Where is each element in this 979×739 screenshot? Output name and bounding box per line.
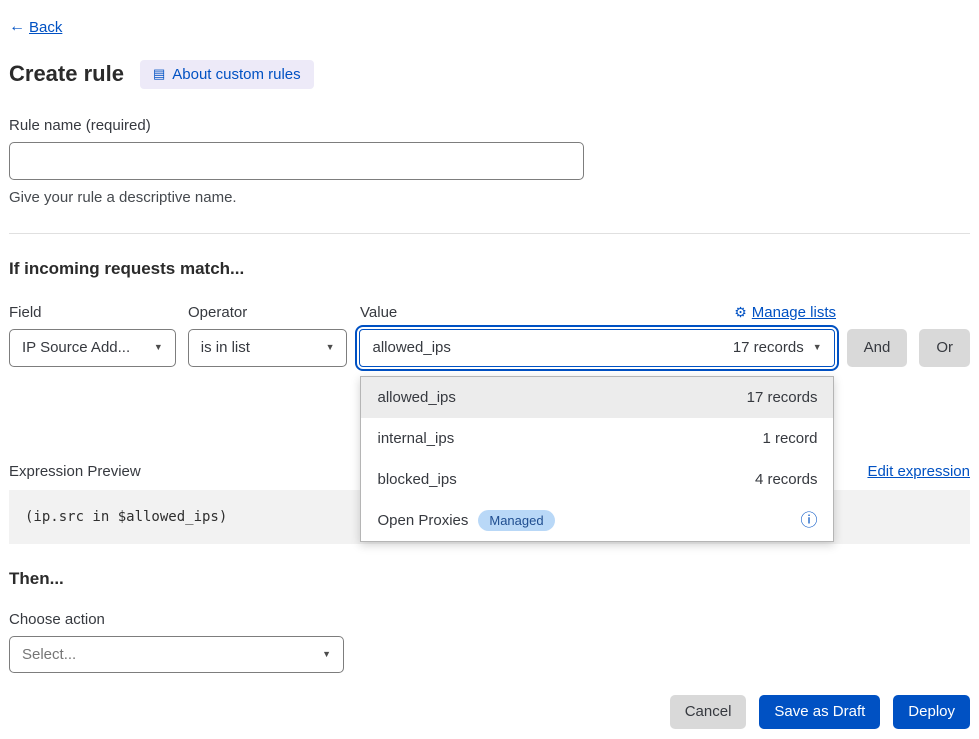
field-label: Field	[9, 304, 176, 321]
chevron-down-icon: ▼	[322, 650, 331, 659]
value-label: Value	[360, 304, 397, 321]
list-option-name: allowed_ips	[377, 389, 455, 406]
deploy-button[interactable]: Deploy	[893, 695, 970, 729]
choose-action-label: Choose action	[9, 611, 970, 628]
and-button[interactable]: And	[847, 329, 908, 367]
list-option-allowed-ips[interactable]: allowed_ips 17 records	[361, 377, 833, 418]
managed-badge: Managed	[478, 510, 554, 531]
or-button[interactable]: Or	[919, 329, 970, 367]
rule-name-helper-text: Give your rule a descriptive name.	[9, 189, 970, 206]
value-label-row: Value ⚙ Manage lists	[360, 304, 836, 321]
operator-label: Operator	[188, 304, 348, 321]
page-title: Create rule	[9, 61, 124, 87]
back-link[interactable]: ← Back	[9, 19, 62, 36]
operator-select[interactable]: is in list ▼	[188, 329, 348, 367]
list-dropdown-menu: allowed_ips 17 records internal_ips 1 re…	[360, 376, 834, 542]
rule-name-input[interactable]	[9, 142, 584, 180]
list-option-left: Open Proxies Managed	[377, 510, 554, 531]
list-option-open-proxies[interactable]: Open Proxies Managed ⓘ	[361, 500, 833, 541]
value-select[interactable]: allowed_ips 17 records ▼ allowed_ips 17 …	[359, 329, 834, 367]
list-option-name: Open Proxies	[377, 512, 468, 529]
manage-lists-link[interactable]: ⚙ Manage lists	[734, 304, 836, 321]
back-label: Back	[29, 19, 62, 36]
value-select-value: allowed_ips	[372, 339, 450, 356]
match-section-title: If incoming requests match...	[9, 259, 970, 279]
operator-select-value: is in list	[201, 339, 250, 356]
list-option-records: 4 records	[755, 471, 818, 488]
chevron-down-icon: ▼	[326, 343, 335, 352]
gear-icon: ⚙	[734, 305, 747, 319]
list-option-name: internal_ips	[377, 430, 454, 447]
expression-preview-label: Expression Preview	[9, 463, 141, 480]
back-arrow-icon: ←	[9, 19, 25, 35]
create-rule-page: ← Back Create rule ▤ About custom rules …	[0, 0, 979, 729]
manage-lists-label: Manage lists	[752, 304, 836, 321]
action-select-placeholder: Select...	[22, 646, 76, 663]
book-icon: ▤	[153, 66, 165, 82]
chevron-down-icon: ▼	[813, 343, 822, 352]
section-divider	[9, 233, 970, 234]
field-select[interactable]: IP Source Add... ▼	[9, 329, 176, 367]
then-section-title: Then...	[9, 569, 970, 589]
rule-name-label: Rule name (required)	[9, 117, 970, 134]
list-option-records: 17 records	[747, 389, 818, 406]
expression-code: (ip.src in $allowed_ips)	[25, 509, 227, 525]
footer-actions: Cancel Save as Draft Deploy	[9, 695, 970, 729]
list-option-blocked-ips[interactable]: blocked_ips 4 records	[361, 459, 833, 500]
value-select-right: 17 records ▼	[733, 339, 822, 356]
about-custom-rules-link[interactable]: ▤ About custom rules	[140, 60, 314, 89]
about-custom-rules-label: About custom rules	[172, 66, 300, 83]
cancel-button[interactable]: Cancel	[670, 695, 747, 729]
list-option-name: blocked_ips	[377, 471, 456, 488]
edit-expression-link[interactable]: Edit expression	[867, 463, 970, 480]
value-select-records: 17 records	[733, 339, 804, 356]
match-controls-row: IP Source Add... ▼ is in list ▼ allowed_…	[9, 329, 970, 367]
list-option-internal-ips[interactable]: internal_ips 1 record	[361, 418, 833, 459]
list-option-records: 1 record	[762, 430, 817, 447]
match-labels-row: Field Operator Value ⚙ Manage lists	[9, 304, 970, 321]
chevron-down-icon: ▼	[154, 343, 163, 352]
action-select[interactable]: Select... ▼	[9, 636, 344, 673]
save-as-draft-button[interactable]: Save as Draft	[759, 695, 880, 729]
info-icon[interactable]: ⓘ	[800, 512, 817, 529]
title-row: Create rule ▤ About custom rules	[9, 60, 970, 89]
field-select-value: IP Source Add...	[22, 339, 130, 356]
